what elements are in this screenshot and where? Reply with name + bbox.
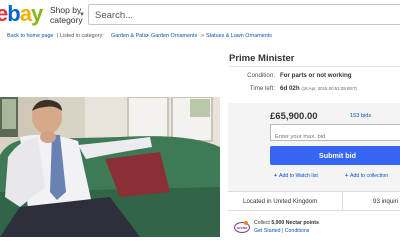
current-price: £65,900.00: [270, 111, 318, 122]
breadcrumb-separator: >: [201, 33, 205, 39]
nectar-logo-text: nectar: [236, 225, 248, 230]
inquiries-count: 93 inquiri: [373, 198, 399, 205]
nectar-links: Get Started | Conditions: [254, 228, 309, 234]
item-title: Prime Minister: [229, 53, 295, 64]
breadcrumb-statues[interactable]: Statues & Lawn Ornaments: [206, 33, 272, 39]
time-left-value: 6d 02h (18 Apr, 2016 00:51:08 BST): [280, 85, 357, 92]
add-to-watch-list-button[interactable]: + Add to Watch list: [274, 173, 318, 179]
conditions-link[interactable]: Conditions: [285, 228, 310, 234]
watch-list-label: Add to Watch list: [279, 173, 318, 179]
item-location: Located in United Kingdom: [243, 198, 318, 205]
photo-illustration: [0, 97, 220, 237]
max-bid-field: [270, 124, 400, 145]
logo-letter-y: y: [30, 1, 43, 26]
get-started-link[interactable]: Get Started: [254, 228, 281, 234]
max-bid-input[interactable]: [271, 129, 400, 145]
condition-label: Condition:: [247, 72, 275, 79]
header: ebay Shop by category ▼: [0, 0, 400, 30]
shop-by-category-button[interactable]: Shop by category ▼: [50, 5, 85, 25]
plus-icon: +: [345, 173, 349, 179]
listed-in-label: | Listed in category:: [57, 33, 104, 39]
nectar-points-text: Collect 5,900 Nectar points: [254, 220, 319, 226]
collection-label: Add to collection: [350, 173, 389, 179]
logo-letter-a: a: [19, 1, 32, 26]
breadcrumb-garden-patio[interactable]: Garden & Patio: [111, 33, 148, 39]
breadcrumb-separator: >: [146, 33, 150, 39]
breadcrumb-garden-ornaments[interactable]: Garden Ornaments: [151, 33, 197, 39]
divider: [229, 66, 400, 67]
nectar-logo: nectar: [234, 221, 250, 233]
add-to-collection-button[interactable]: + Add to collection: [345, 173, 388, 179]
back-to-home-link[interactable]: Back to home page: [7, 33, 53, 39]
ebay-logo[interactable]: ebay: [0, 1, 43, 26]
item-photo[interactable]: [0, 97, 220, 237]
bid-count-link[interactable]: 153 bids: [350, 113, 371, 119]
divider: [228, 191, 400, 192]
condition-value: For parts or not working: [280, 72, 352, 79]
collect-label: Collect: [254, 220, 270, 226]
plus-icon: +: [274, 173, 278, 179]
nectar-points: 5,900 Nectar points: [271, 220, 319, 226]
time-left-detail: (18 Apr, 2016 00:51:08 BST): [301, 86, 357, 91]
divider: [228, 210, 400, 211]
category-label: category: [50, 15, 83, 25]
chevron-down-icon: ▼: [79, 12, 85, 18]
search-input[interactable]: [89, 6, 400, 25]
breadcrumb: Back to home page | Listed in category: …: [0, 30, 400, 43]
time-left-label: Time left:: [249, 85, 275, 92]
submit-bid-button[interactable]: Submit bid: [270, 146, 400, 165]
search-box: [88, 4, 400, 25]
divider: [342, 192, 343, 210]
logo-letter-b: b: [7, 1, 20, 26]
nectar-dot-icon: [244, 221, 248, 225]
link-separator: |: [281, 228, 284, 234]
shop-by-label: Shop by: [50, 5, 82, 15]
